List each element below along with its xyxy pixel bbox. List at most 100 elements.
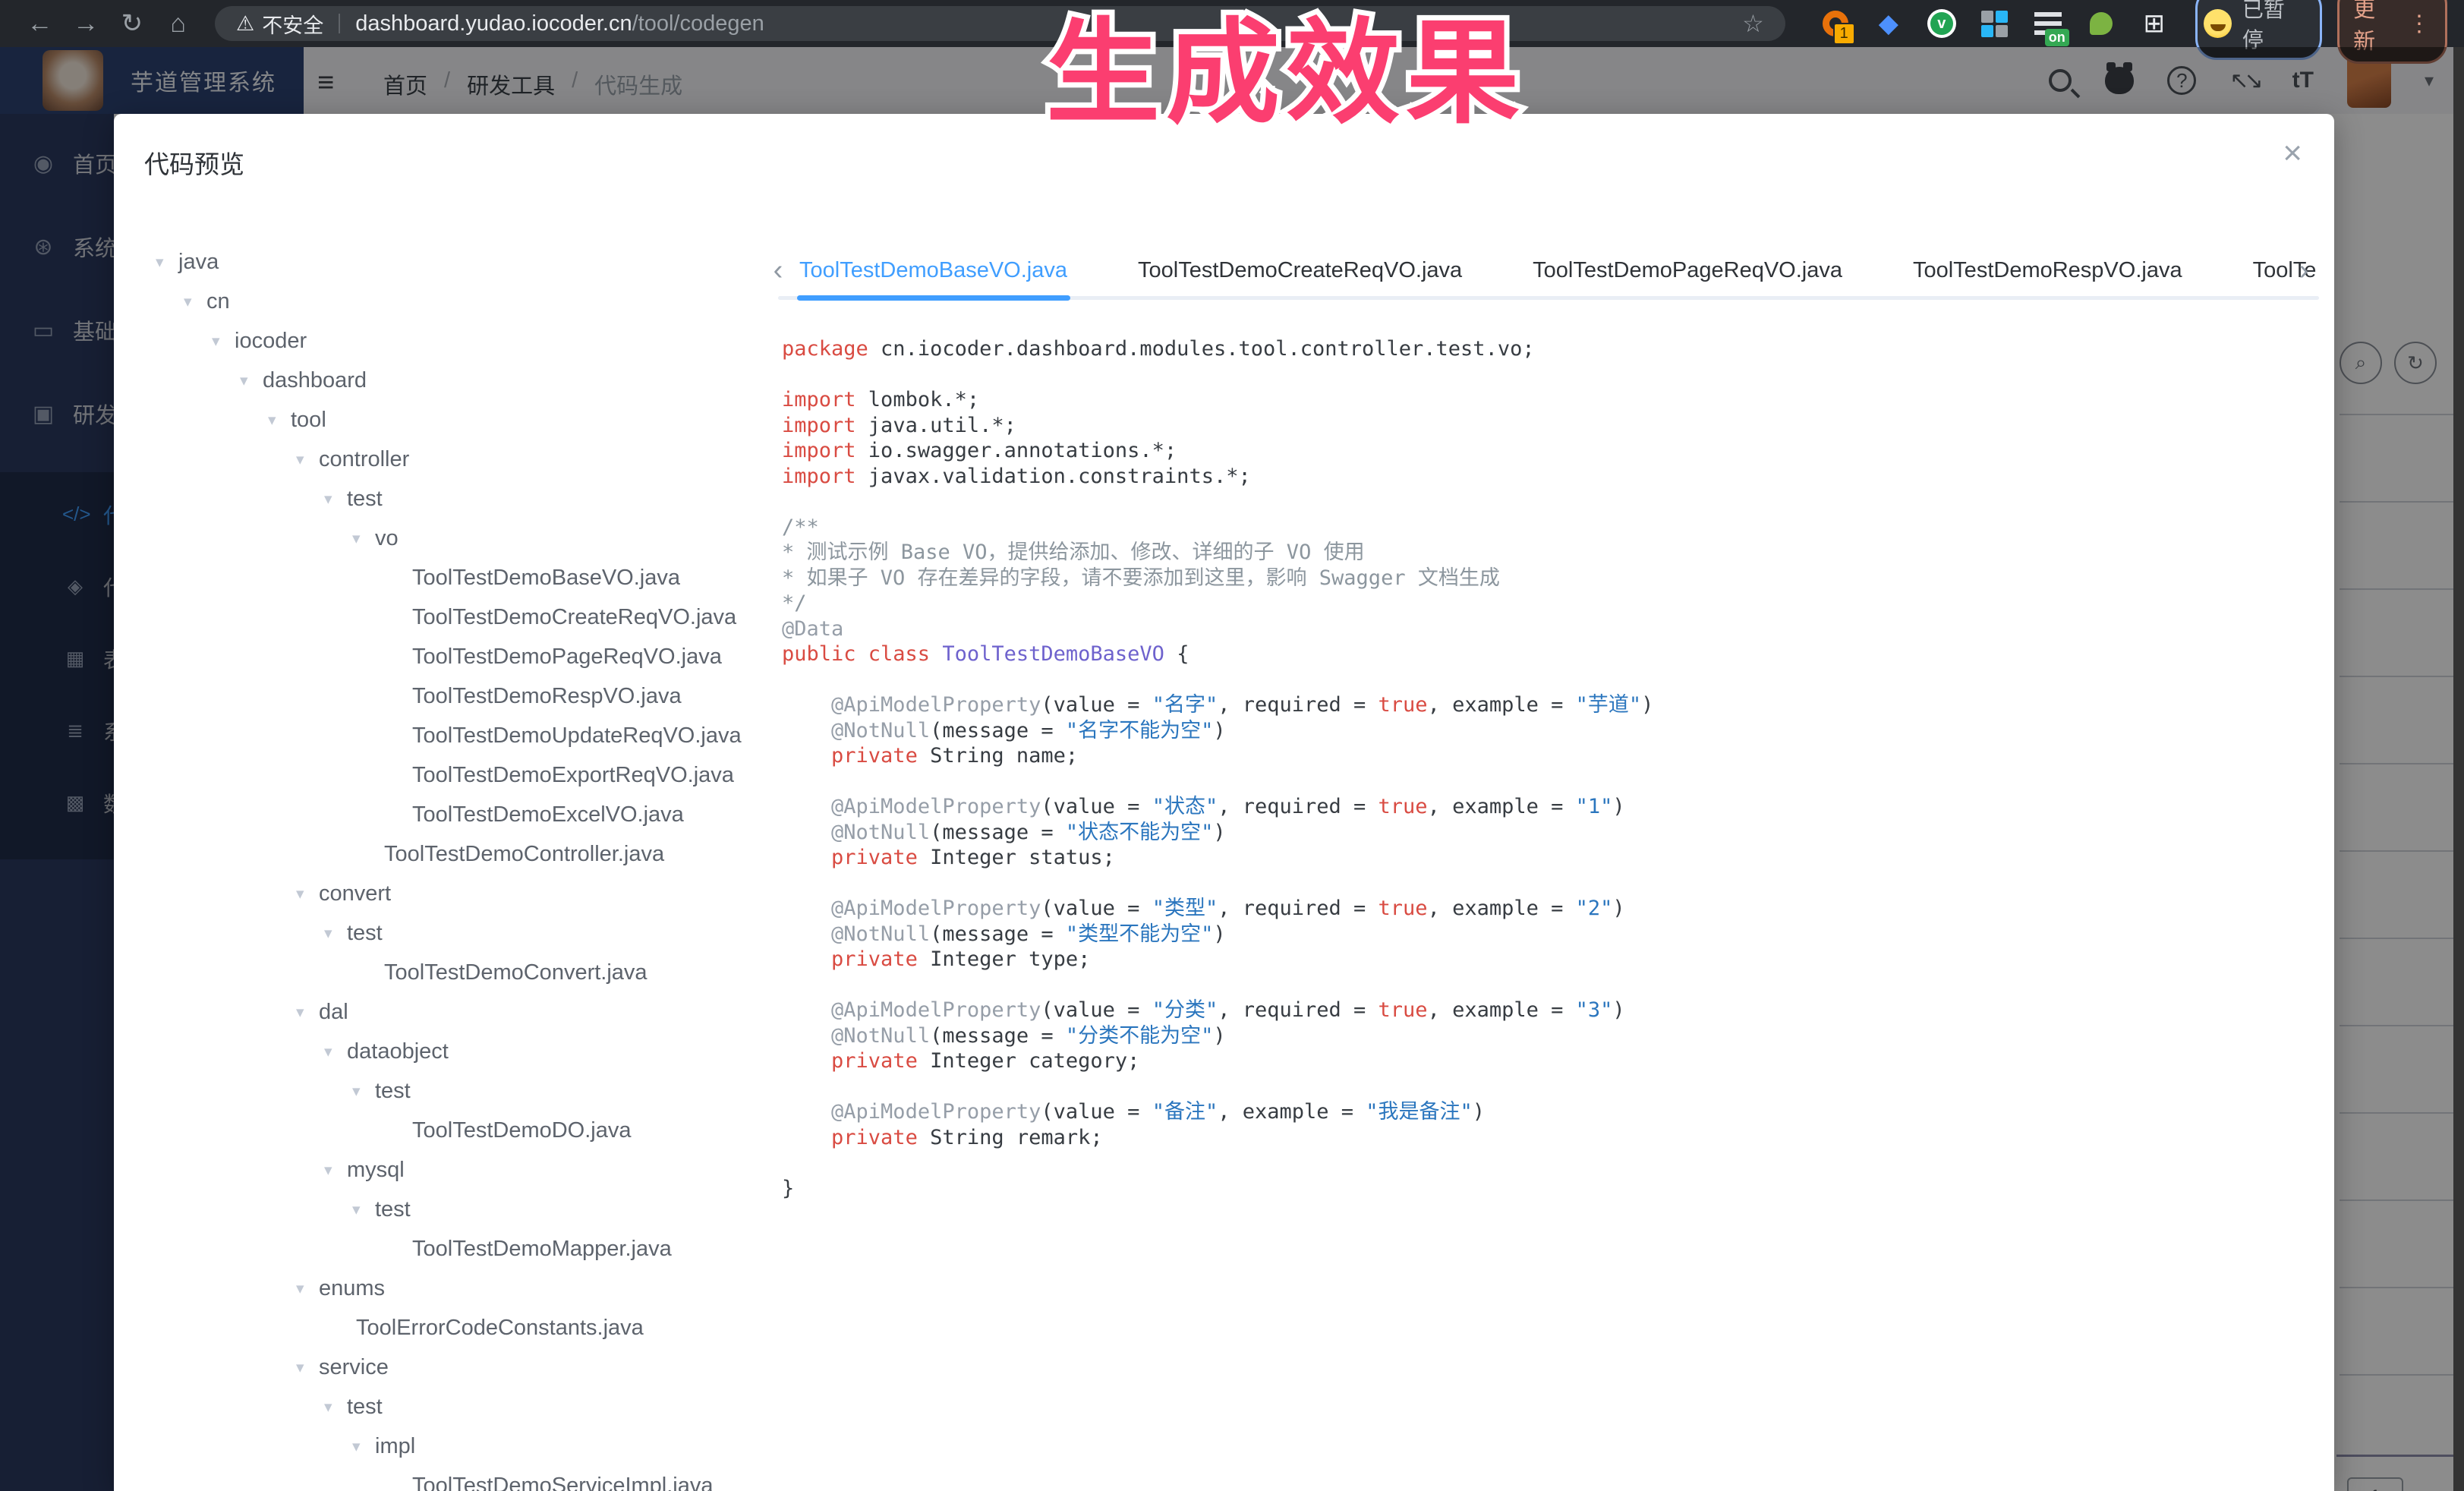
tree-file[interactable]: ToolTestDemoController.java bbox=[156, 834, 755, 874]
tree-label: test bbox=[375, 1196, 411, 1221]
tree-file[interactable]: ToolTestDemoUpdateReqVO.java bbox=[156, 716, 755, 755]
tree-folder[interactable]: ▾ test bbox=[156, 1387, 755, 1426]
caret-down-icon[interactable]: ▾ bbox=[296, 1279, 319, 1298]
code-line: private Integer type; bbox=[831, 947, 1091, 971]
caret-down-icon[interactable]: ▾ bbox=[324, 924, 347, 943]
caret-down-icon[interactable]: ▾ bbox=[324, 1398, 347, 1417]
tab-ToolTestDemoCreateReqVO.java[interactable]: ToolTestDemoCreateReqVO.java bbox=[1138, 258, 1462, 283]
caret-down-icon[interactable]: ▾ bbox=[184, 292, 206, 311]
tree-file[interactable]: ToolTestDemoDO.java bbox=[156, 1111, 755, 1150]
tree-label: dataobject bbox=[347, 1039, 449, 1064]
tree-folder[interactable]: ▾ dataobject bbox=[156, 1032, 755, 1071]
close-icon[interactable]: × bbox=[2283, 137, 2302, 170]
tree-folder[interactable]: ▾ enums bbox=[156, 1269, 755, 1308]
home-icon[interactable]: ⌂ bbox=[155, 9, 201, 39]
code-view: package cn.iocoder.dashboard.modules.too… bbox=[782, 336, 1653, 1201]
tree-label: ToolTestDemoController.java bbox=[384, 841, 665, 866]
tree-folder[interactable]: ▾ dashboard bbox=[156, 361, 755, 400]
tree-folder[interactable]: ▾ test bbox=[156, 479, 755, 519]
tree-label: ToolTestDemoDO.java bbox=[412, 1117, 632, 1143]
code-line: @NotNull(message = "分类不能为空") bbox=[831, 1023, 1226, 1048]
tree-folder[interactable]: ▾ controller bbox=[156, 440, 755, 479]
tree-folder[interactable]: ▾ iocoder bbox=[156, 321, 755, 361]
code-line: @ApiModelProperty(value = "备注", example … bbox=[831, 1100, 1486, 1124]
code-line: @ApiModelProperty(value = "状态", required… bbox=[831, 795, 1625, 818]
tree-file[interactable]: ToolTestDemoPageReqVO.java bbox=[156, 637, 755, 676]
tree-folder[interactable]: ▾ vo bbox=[156, 519, 755, 558]
caret-down-icon[interactable]: ▾ bbox=[268, 411, 291, 430]
caret-down-icon[interactable]: ▾ bbox=[212, 332, 235, 351]
tree-folder[interactable]: ▾ mysql bbox=[156, 1150, 755, 1190]
tree-folder[interactable]: ▾ convert bbox=[156, 874, 755, 913]
tree-folder[interactable]: ▾ test bbox=[156, 1071, 755, 1111]
tabs-scroll-right-icon[interactable]: › bbox=[2289, 254, 2319, 287]
tree-file[interactable]: ToolTestDemoServiceImpl.java bbox=[156, 1466, 755, 1491]
caret-down-icon[interactable]: ▾ bbox=[324, 1161, 347, 1180]
browser-menu-dots-icon[interactable]: ⋮ bbox=[2408, 11, 2431, 37]
extensions-puzzle-icon[interactable]: ⊞ bbox=[2139, 8, 2169, 39]
caret-down-icon[interactable]: ▾ bbox=[156, 253, 178, 272]
tree-folder[interactable]: ▾ dal bbox=[156, 992, 755, 1032]
caret-down-icon[interactable]: ▾ bbox=[296, 884, 319, 903]
code-line: /** bbox=[782, 515, 819, 539]
tree-folder[interactable]: ▾ impl bbox=[156, 1426, 755, 1466]
back-icon[interactable]: ← bbox=[17, 9, 63, 39]
caret-down-icon[interactable]: ▾ bbox=[296, 450, 319, 469]
tree-label: vo bbox=[375, 525, 399, 550]
tree-label: impl bbox=[375, 1433, 416, 1458]
code-line: @Data bbox=[782, 616, 844, 641]
paused-label: 已暂停 bbox=[2242, 0, 2285, 52]
tree-file[interactable]: ToolTestDemoConvert.java bbox=[156, 953, 755, 992]
tree-file[interactable]: ToolTestDemoRespVO.java bbox=[156, 676, 755, 716]
caret-down-icon[interactable]: ▾ bbox=[352, 1082, 375, 1101]
tree-file[interactable]: ToolTestDemoCreateReqVO.java bbox=[156, 597, 755, 637]
caret-down-icon[interactable]: ▾ bbox=[296, 1003, 319, 1022]
bookmark-star-icon[interactable]: ☆ bbox=[1742, 9, 1764, 38]
tree-folder[interactable]: ▾ service bbox=[156, 1348, 755, 1387]
tabs-scroll-left-icon[interactable]: ‹ bbox=[763, 254, 793, 287]
file-tree: ▾ java ▾ cn ▾ iocoder ▾ dashboard ▾ tool ▾ controll… bbox=[156, 242, 755, 1491]
caret-down-icon[interactable]: ▾ bbox=[324, 1042, 347, 1061]
caret-down-icon[interactable]: ▾ bbox=[352, 1437, 375, 1456]
caret-down-icon[interactable]: ▾ bbox=[324, 490, 347, 509]
tree-folder[interactable]: ▾ tool bbox=[156, 400, 755, 440]
code-preview-dialog: 代码预览 × ‹ ToolTestDemoBaseVO.java ToolTest… bbox=[114, 114, 2334, 1491]
url-path: /tool/codegen bbox=[632, 11, 764, 36]
tree-file[interactable]: ToolTestDemoBaseVO.java bbox=[156, 558, 755, 597]
caret-down-icon[interactable]: ▾ bbox=[296, 1358, 319, 1377]
plant-extension-icon[interactable] bbox=[2086, 8, 2116, 39]
tree-folder[interactable]: ▾ test bbox=[156, 913, 755, 953]
tree-file[interactable]: ToolTestDemoExportReqVO.java bbox=[156, 755, 755, 795]
caret-down-icon[interactable]: ▾ bbox=[352, 529, 375, 548]
orange-ring-extension-icon[interactable]: 1 bbox=[1820, 8, 1855, 45]
tree-folder[interactable]: ▾ java bbox=[156, 242, 755, 282]
list-extension-icon[interactable]: on bbox=[2033, 8, 2069, 46]
tree-label: test bbox=[347, 1394, 383, 1419]
url-divider bbox=[339, 14, 341, 33]
forward-icon[interactable]: → bbox=[63, 9, 109, 39]
tree-folder[interactable]: ▾ test bbox=[156, 1190, 755, 1229]
tree-file[interactable]: ToolErrorCodeConstants.java bbox=[156, 1308, 755, 1348]
caret-down-icon[interactable]: ▾ bbox=[240, 371, 263, 390]
reload-icon[interactable]: ↻ bbox=[109, 8, 156, 39]
address-bar[interactable]: ⚠ 不安全 dashboard.yudao.iocoder.cn /tool/c… bbox=[215, 6, 1785, 41]
tab-ToolTestDemoBaseVO.java[interactable]: ToolTestDemoBaseVO.java bbox=[799, 258, 1067, 283]
tab-ToolTestDemoRespVO.java[interactable]: ToolTestDemoRespVO.java bbox=[1913, 258, 2182, 283]
squares-extension-icon[interactable] bbox=[1980, 8, 2010, 39]
tree-label: mysql bbox=[347, 1157, 405, 1182]
tab-ToolTestDemoPageReqVO.java[interactable]: ToolTestDemoPageReqVO.java bbox=[1533, 258, 1842, 283]
blue-gem-extension-icon[interactable]: ◆ bbox=[1873, 8, 1904, 39]
code-line: private String remark; bbox=[831, 1125, 1103, 1149]
tree-folder[interactable]: ▾ cn bbox=[156, 282, 755, 321]
green-v-extension-icon[interactable]: v bbox=[1927, 8, 1957, 39]
caret-down-icon[interactable]: ▾ bbox=[352, 1200, 375, 1219]
tree-label: ToolTestDemoCreateReqVO.java bbox=[412, 604, 737, 629]
tree-label: ToolTestDemoUpdateReqVO.java bbox=[412, 723, 742, 748]
code-line: import io.swagger.annotations.*; bbox=[782, 439, 1177, 462]
tree-label: enums bbox=[319, 1275, 386, 1300]
tree-file[interactable]: ToolTestDemoMapper.java bbox=[156, 1229, 755, 1269]
tree-file[interactable]: ToolTestDemoExcelVO.java bbox=[156, 795, 755, 834]
